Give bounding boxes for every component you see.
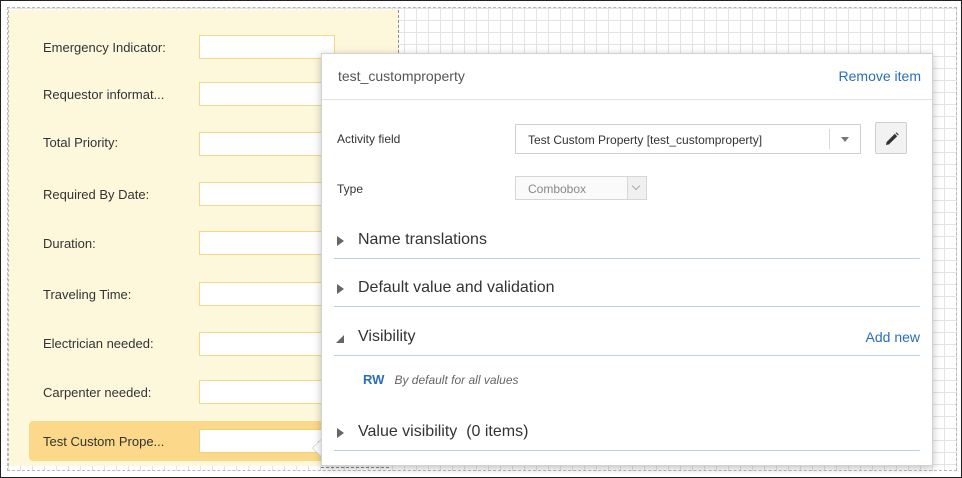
section-name-translations[interactable]: Name translations [334, 222, 920, 259]
section-title: Default value and validation [358, 279, 555, 296]
field-input[interactable] [199, 282, 335, 306]
field-label: Duration: [43, 235, 96, 251]
form-field-requestor-information[interactable]: Requestor informat... [29, 74, 335, 114]
canvas-frame: Emergency Indicator: Requestor informat.… [0, 0, 962, 478]
activity-field-value: Test Custom Property [test_custompropert… [528, 133, 763, 147]
field-input[interactable] [199, 35, 335, 59]
section-title: Visibility [358, 328, 416, 345]
property-popup: test_customproperty Remove item Activity… [321, 53, 933, 466]
popup-title: test_customproperty [338, 68, 465, 84]
activity-field-label: Activity field [337, 132, 401, 146]
popup-header: test_customproperty Remove item [322, 54, 932, 100]
form-field-total-priority[interactable]: Total Priority: [29, 122, 335, 162]
section-title: Value visibility (0 items) [358, 423, 529, 440]
visibility-row[interactable]: RW By default for all values [363, 372, 519, 387]
type-label: Type [337, 182, 364, 196]
field-label: Traveling Time: [43, 286, 132, 302]
type-combobox[interactable]: Combobox [515, 176, 647, 200]
form-field-required-by-date[interactable]: Required By Date: [29, 174, 335, 214]
divider [829, 129, 830, 149]
chevron-down-icon[interactable] [841, 137, 849, 142]
field-label: Required By Date: [43, 186, 150, 202]
field-label: Test Custom Prope... [43, 433, 165, 449]
expand-triangle-icon[interactable] [337, 236, 344, 246]
remove-item-link[interactable]: Remove item [839, 68, 921, 84]
section-title: Name translations [358, 231, 487, 248]
field-label: Emergency Indicator: [43, 39, 166, 55]
field-input[interactable] [199, 380, 335, 404]
field-input[interactable] [199, 182, 335, 206]
section-default-value[interactable]: Default value and validation [334, 270, 920, 307]
form-field-emergency-indicator[interactable]: Emergency Indicator: [29, 27, 335, 67]
field-input[interactable] [199, 132, 335, 156]
form-field-test-custom-property[interactable]: Test Custom Prope... [29, 421, 335, 461]
activity-field-select[interactable]: Test Custom Property [test_custompropert… [515, 124, 861, 154]
form-field-traveling-time[interactable]: Traveling Time: [29, 274, 335, 314]
form-field-electrician-needed[interactable]: Electrician needed: [29, 323, 335, 363]
field-label: Requestor informat... [43, 86, 165, 102]
combo-dropdown-button[interactable] [627, 177, 646, 199]
section-value-visibility[interactable]: Value visibility (0 items) [334, 414, 920, 451]
form-field-duration[interactable]: Duration: [29, 223, 335, 263]
expand-triangle-icon[interactable] [337, 284, 344, 294]
field-input[interactable] [199, 332, 335, 356]
divider [321, 467, 389, 469]
field-label: Carpenter needed: [43, 384, 152, 400]
field-label: Total Priority: [43, 134, 119, 150]
field-label: Electrician needed: [43, 335, 154, 351]
visibility-description: By default for all values [394, 373, 519, 387]
section-visibility[interactable]: Visibility Add new [334, 319, 920, 356]
visibility-code: RW [363, 372, 385, 387]
field-input[interactable] [199, 82, 335, 106]
add-new-link[interactable]: Add new [866, 329, 920, 345]
expand-triangle-icon[interactable] [337, 428, 344, 438]
edit-button[interactable] [875, 122, 907, 154]
collapse-triangle-icon[interactable] [336, 335, 344, 343]
form-field-carpenter-needed[interactable]: Carpenter needed: [29, 372, 335, 412]
pencil-icon [886, 132, 899, 145]
chevron-down-icon [631, 181, 641, 191]
type-value: Combobox [528, 182, 587, 196]
field-input[interactable] [199, 231, 335, 255]
